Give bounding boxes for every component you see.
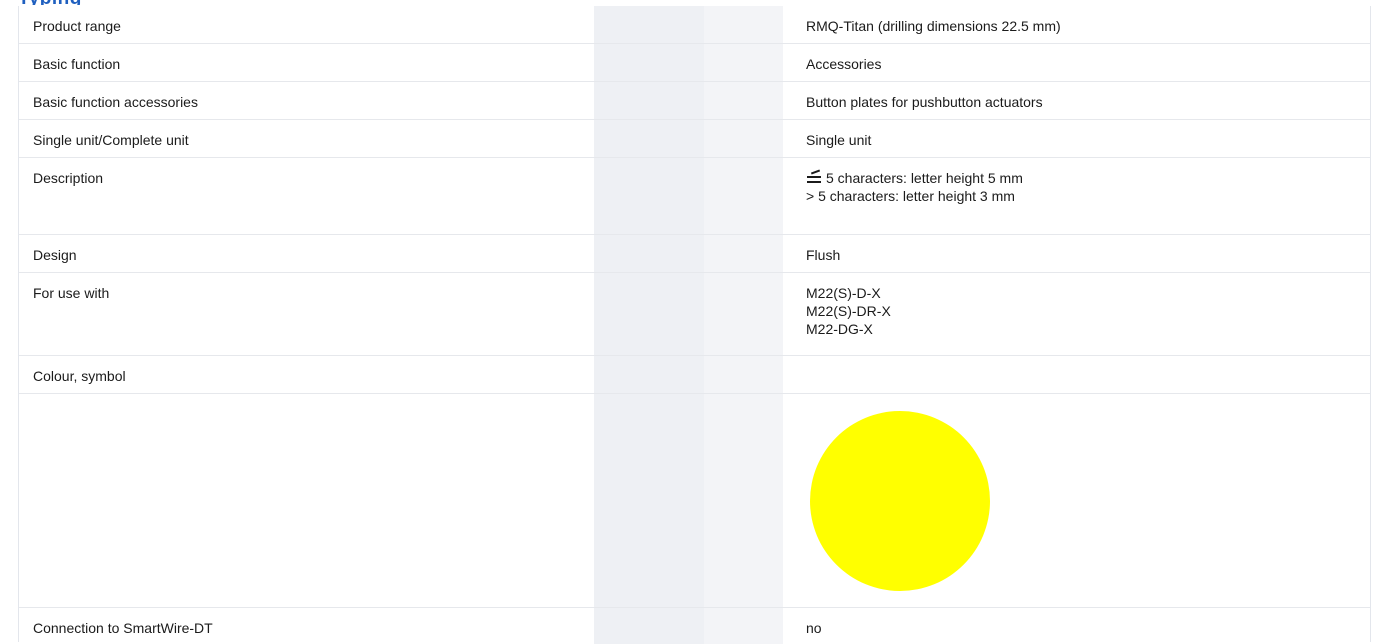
spec-row-colour-swatch — [19, 394, 1370, 608]
spec-value: RMQ-Titan (drilling dimensions 22.5 mm) — [806, 18, 1061, 34]
spec-row-description: Description 5 characters: letter height … — [19, 158, 1370, 235]
spec-label: For use with — [33, 285, 110, 301]
spec-value: Flush — [806, 247, 841, 263]
section-heading-fragment: Typing — [18, 0, 82, 5]
spec-row-colour-symbol: Colour, symbol — [19, 356, 1370, 394]
spec-row-basic-function-accessories: Basic function accessories Button plates… — [19, 82, 1370, 120]
compatible-item: M22(S)-DR-X — [806, 303, 891, 319]
spec-value-multiline: 5 characters: letter height 5 mm > 5 cha… — [806, 169, 1023, 205]
spec-row-smartwire: Connection to SmartWire-DT no — [19, 608, 1370, 642]
spec-row-product-range: Product range RMQ-Titan (drilling dimens… — [19, 6, 1370, 44]
spec-value: Accessories — [806, 56, 882, 72]
spec-row-design: Design Flush — [19, 235, 1370, 273]
spec-value: no — [806, 620, 822, 636]
spec-label: Design — [33, 247, 77, 263]
spec-value: Button plates for pushbutton actuators — [806, 94, 1043, 110]
spec-label: Description — [33, 170, 104, 186]
description-line-1: 5 characters: letter height 5 mm — [826, 170, 1023, 186]
compatible-item: M22-DG-X — [806, 321, 873, 337]
spec-row-for-use-with: For use with M22(S)-D-X M22(S)-DR-X M22-… — [19, 273, 1370, 356]
spec-row-single-complete-unit: Single unit/Complete unit Single unit — [19, 120, 1370, 158]
spec-table: Product range RMQ-Titan (drilling dimens… — [18, 6, 1371, 642]
product-spec-page: Typing Product range RMQ-Titan (drilling… — [0, 0, 1375, 644]
spec-label: Colour, symbol — [33, 368, 126, 384]
less-equal-icon — [806, 169, 822, 185]
compatible-item: M22(S)-D-X — [806, 285, 881, 301]
description-line-2: > 5 characters: letter height 3 mm — [806, 188, 1015, 204]
spec-label: Basic function accessories — [33, 94, 198, 110]
spec-row-basic-function: Basic function Accessories — [19, 44, 1370, 82]
spec-label: Single unit/Complete unit — [33, 132, 189, 148]
yellow-colour-swatch — [810, 411, 990, 591]
spec-value: Single unit — [806, 132, 872, 148]
spec-value-multiline: M22(S)-D-X M22(S)-DR-X M22-DG-X — [806, 284, 891, 338]
spec-label: Connection to SmartWire-DT — [33, 620, 213, 636]
spec-label: Product range — [33, 18, 121, 34]
spec-label: Basic function — [33, 56, 121, 72]
